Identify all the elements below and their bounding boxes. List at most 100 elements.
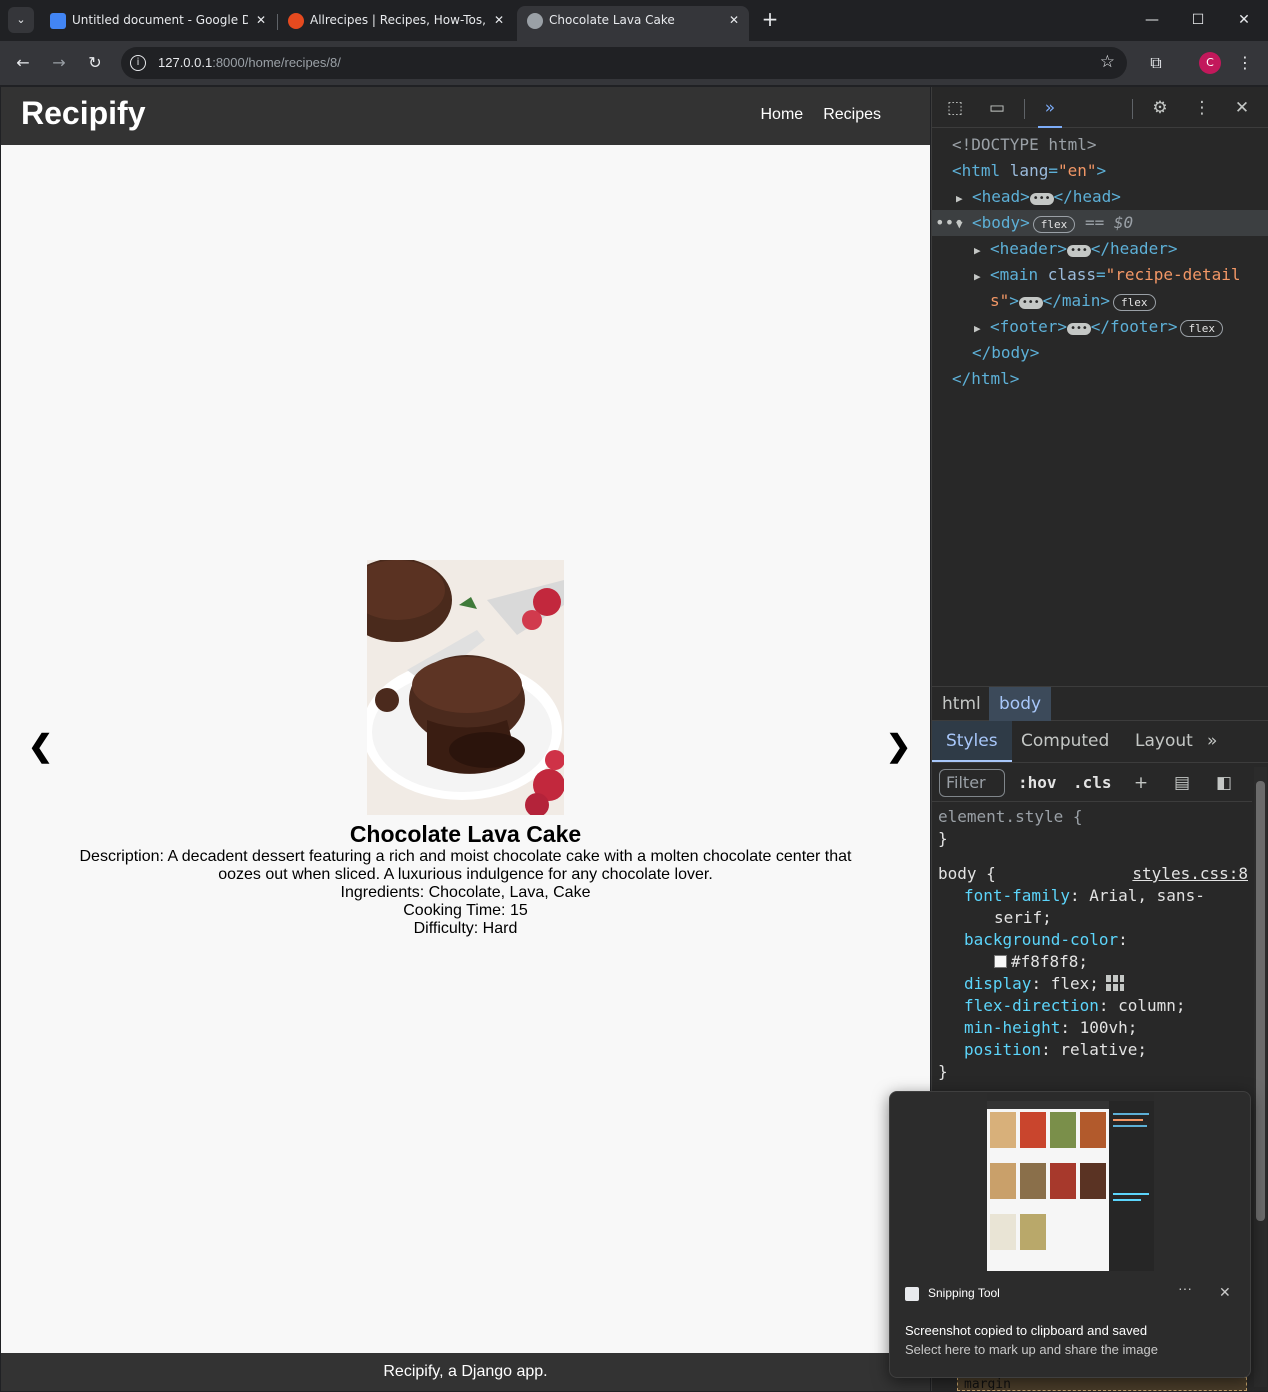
more-tabs-icon[interactable]: » xyxy=(1193,721,1231,762)
reload-button[interactable]: ↻ xyxy=(81,49,109,77)
site-logo[interactable]: Recipify xyxy=(21,95,145,132)
stylesheet-link[interactable]: styles.css:8 xyxy=(1132,863,1248,885)
dom-doctype[interactable]: <!DOCTYPE html> xyxy=(932,132,1268,158)
previous-recipe-arrow[interactable]: ❮ xyxy=(28,729,53,764)
styles-scrollbar[interactable] xyxy=(1254,767,1267,1387)
expand-triangle-icon[interactable]: ▶ xyxy=(974,316,990,342)
hov-toggle[interactable]: :hov xyxy=(1018,770,1057,796)
cls-toggle[interactable]: .cls xyxy=(1073,770,1112,796)
nav-home-link[interactable]: Home xyxy=(761,106,804,124)
bookmark-star-icon[interactable]: ☆ xyxy=(1100,52,1115,72)
tab-styles[interactable]: Styles xyxy=(932,721,1012,762)
site-info-icon[interactable]: i xyxy=(130,55,146,71)
close-icon[interactable]: ✕ xyxy=(494,6,504,35)
breadcrumb-html[interactable]: html xyxy=(932,687,991,721)
tab-title: Chocolate Lava Cake xyxy=(549,13,675,27)
css-declaration[interactable]: flex-direction: column; xyxy=(932,995,1252,1017)
ellipsis-badge[interactable]: ••• xyxy=(1029,193,1054,205)
styles-filter-bar: Filter :hov .cls + ▤ ◧ xyxy=(932,764,1252,802)
dom-head-node[interactable]: ▶ <head> ••• </head> xyxy=(932,184,1268,210)
close-icon[interactable]: ✕ xyxy=(1219,1284,1231,1301)
tab-allrecipes[interactable]: Allrecipes | Recipes, How-Tos, Videos ✕ xyxy=(278,6,514,41)
dom-main-node[interactable]: ▶ <main class="recipe-detail xyxy=(932,262,1268,288)
css-declaration-cont: serif; xyxy=(994,908,1052,927)
devtools-toolbar: ⬚ ▭ » ⚙ ⋮ ✕ xyxy=(932,87,1268,128)
filter-input[interactable]: Filter xyxy=(939,769,1005,797)
rule-close: } xyxy=(938,1062,948,1081)
css-declaration[interactable]: min-height: 100vh; xyxy=(932,1017,1252,1039)
page-viewport: Recipify Home Recipes ❮ ❯ Chocolate Lava… xyxy=(1,87,930,1391)
css-declaration[interactable]: font-family: Arial, sans- xyxy=(932,885,1252,907)
toggle-sidebar-icon[interactable]: ◧ xyxy=(1211,770,1237,796)
recipe-details: Description: A decadent dessert featurin… xyxy=(73,848,858,938)
scrollbar-thumb[interactable] xyxy=(1256,781,1265,1221)
flex-badge[interactable]: flex xyxy=(1032,216,1076,233)
dom-footer-node[interactable]: ▶ <footer> ••• </footer> flex xyxy=(932,314,1268,340)
site-footer: Recipify, a Django app. xyxy=(1,1353,930,1391)
breadcrumb: html body xyxy=(932,686,1268,721)
tab-chocolate-lava-cake[interactable]: Chocolate Lava Cake ✕ xyxy=(517,6,749,41)
recipe-difficulty: Difficulty: Hard xyxy=(413,920,518,937)
window-close-button[interactable]: ✕ xyxy=(1229,6,1259,34)
css-declaration[interactable]: display: flex; xyxy=(932,973,1252,995)
snipping-tool-notification[interactable]: Snipping Tool ··· ✕ Screenshot copied to… xyxy=(889,1091,1251,1378)
css-declaration[interactable]: background-color: xyxy=(932,929,1252,951)
more-options-icon[interactable]: ··· xyxy=(1178,1280,1192,1296)
dom-main-node-cont[interactable]: s"> ••• </main> flex xyxy=(932,288,1268,314)
flex-badge[interactable]: flex xyxy=(1113,294,1156,311)
ellipsis-badge[interactable]: ••• xyxy=(1067,245,1091,257)
inspect-element-icon[interactable]: ⬚ xyxy=(941,95,969,121)
element-style-rule[interactable]: element.style { xyxy=(932,806,1252,828)
address-bar[interactable]: i 127.0.0.1:8000/home/recipes/8/ ☆ xyxy=(121,47,1127,79)
extensions-icon[interactable]: ⧉ xyxy=(1142,49,1170,77)
minimize-button[interactable]: — xyxy=(1137,6,1167,34)
url-text: 127.0.0.1:8000/home/recipes/8/ xyxy=(158,55,341,70)
globe-icon xyxy=(527,13,543,29)
recipe-title: Chocolate Lava Cake xyxy=(349,821,582,847)
expand-triangle-icon[interactable]: ▶ xyxy=(956,186,972,212)
css-declaration[interactable]: position: relative; xyxy=(932,1039,1252,1061)
dom-header-node[interactable]: ▶ <header> ••• </header> xyxy=(932,236,1268,262)
node-actions-icon[interactable]: ••• xyxy=(935,210,964,236)
close-icon[interactable]: ✕ xyxy=(256,6,266,35)
allrecipes-icon xyxy=(288,13,304,29)
nav-recipes-link[interactable]: Recipes xyxy=(823,106,881,124)
screenshot-thumbnail[interactable] xyxy=(987,1093,1154,1271)
new-tab-button[interactable]: + xyxy=(760,8,780,32)
expand-triangle-icon[interactable]: ▶ xyxy=(974,238,990,264)
tab-computed[interactable]: Computed xyxy=(1007,721,1123,762)
toast-app-name: Snipping Tool xyxy=(928,1286,1000,1300)
kebab-menu-icon[interactable]: ⋮ xyxy=(1188,95,1216,121)
browser-menu-icon[interactable]: ⋮ xyxy=(1231,49,1259,77)
dom-html-close[interactable]: </html> xyxy=(932,366,1268,392)
flex-badge[interactable]: flex xyxy=(1180,320,1223,337)
body-rule-selector[interactable]: body {styles.css:8 xyxy=(932,863,1252,885)
new-rule-icon[interactable]: + xyxy=(1128,770,1154,796)
dom-body-node[interactable]: ••• ▼ <body> flex == $0 xyxy=(932,210,1268,236)
avatar[interactable]: C xyxy=(1199,52,1221,74)
dom-html-node[interactable]: <html lang="en"> xyxy=(932,158,1268,184)
next-recipe-arrow[interactable]: ❯ xyxy=(886,729,911,764)
expand-triangle-icon[interactable]: ▶ xyxy=(974,264,990,290)
gear-icon[interactable]: ⚙ xyxy=(1146,95,1174,121)
back-button[interactable]: ← xyxy=(9,49,37,77)
ellipsis-badge[interactable]: ••• xyxy=(1018,297,1043,309)
more-panels-icon[interactable]: » xyxy=(1036,95,1064,128)
close-icon[interactable]: ✕ xyxy=(729,6,739,35)
breadcrumb-body[interactable]: body xyxy=(989,687,1052,721)
toast-title: Screenshot copied to clipboard and saved xyxy=(905,1323,1148,1338)
tab-google-docs[interactable]: Untitled document - Google Docs ✕ xyxy=(40,6,276,41)
color-swatch[interactable] xyxy=(994,955,1007,968)
tab-search-button[interactable]: ⌄ xyxy=(8,7,34,33)
rule-close: } xyxy=(938,829,948,848)
toolbar-divider xyxy=(1132,99,1133,119)
flexbox-editor-icon[interactable] xyxy=(1105,974,1125,992)
ellipsis-badge[interactable]: ••• xyxy=(1067,323,1091,335)
dom-body-close[interactable]: </body> xyxy=(932,340,1268,366)
styles-tab-bar: Styles Computed Layout » xyxy=(932,721,1268,763)
device-toolbar-icon[interactable]: ▭ xyxy=(983,95,1011,121)
maximize-button[interactable]: ☐ xyxy=(1183,6,1213,34)
close-devtools-icon[interactable]: ✕ xyxy=(1228,95,1256,121)
forward-button[interactable]: → xyxy=(45,49,73,77)
paint-brush-icon[interactable]: ▤ xyxy=(1169,770,1195,796)
